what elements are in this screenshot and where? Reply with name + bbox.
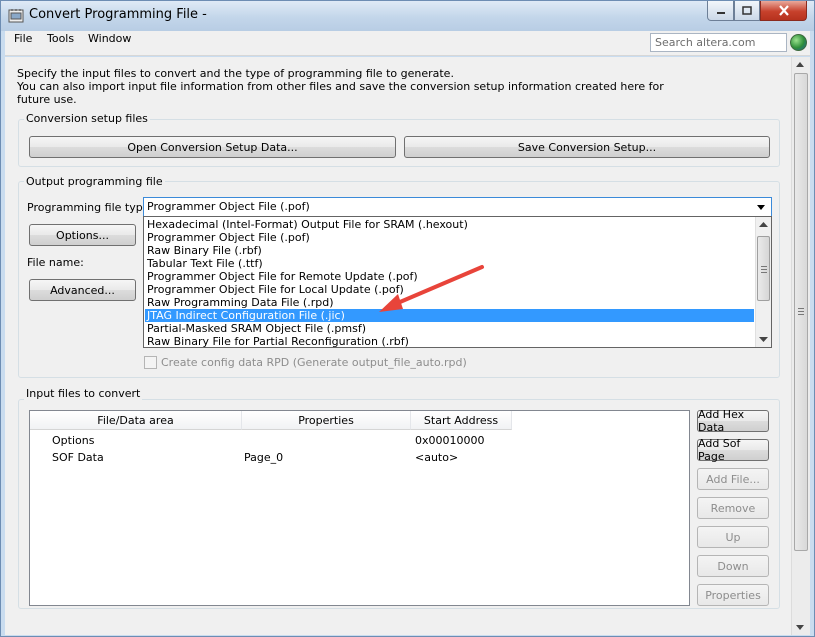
row-properties: Page_0: [244, 451, 284, 464]
maximize-icon: [742, 6, 752, 15]
search-input[interactable]: Search altera.com: [650, 33, 787, 52]
conversion-setup-label: Conversion setup files: [24, 112, 150, 125]
menu-bar: File Tools Window Search altera.com: [5, 31, 810, 56]
properties-button[interactable]: Properties: [697, 584, 769, 606]
maximize-button[interactable]: [734, 1, 760, 21]
row-address: <auto>: [415, 451, 459, 464]
menu-window[interactable]: Window: [88, 32, 131, 45]
intro-text: Specify the input files to convert and t…: [17, 67, 664, 106]
add-sof-page-button[interactable]: Add Sof Page: [697, 437, 769, 463]
column-header-start-address[interactable]: Start Address: [411, 411, 512, 430]
add-file-button[interactable]: Add File...: [697, 468, 769, 490]
scroll-up-icon[interactable]: [796, 62, 804, 67]
dropdown-scroll-up-icon[interactable]: [759, 222, 768, 228]
title-bar[interactable]: Convert Programming File -: [1, 1, 814, 31]
dropdown-scroll-down-icon[interactable]: [759, 337, 768, 343]
intro-line-3: future use.: [17, 93, 77, 106]
add-hex-data-button[interactable]: Add Hex Data: [697, 408, 769, 434]
down-button[interactable]: Down: [697, 555, 769, 577]
menu-file[interactable]: File: [14, 32, 32, 45]
dropdown-option[interactable]: Raw Binary File (.rbf): [145, 244, 754, 257]
advanced-button[interactable]: Advanced...: [29, 279, 136, 301]
row-area: Options: [52, 434, 95, 447]
menu-tools[interactable]: Tools: [47, 32, 74, 45]
programming-file-type-label: Programming file type:: [27, 201, 154, 214]
dropdown-scroll-thumb[interactable]: [757, 236, 770, 301]
dropdown-option[interactable]: Programmer Object File (.pof): [145, 231, 754, 244]
minimize-icon: [716, 11, 725, 14]
intro-line-2: You can also import input file informati…: [17, 80, 664, 93]
input-files-table[interactable]: File/Data area Properties Start Address …: [29, 410, 690, 606]
create-rpd-label: Create config data RPD (Generate output_…: [161, 356, 467, 369]
save-conversion-setup-button[interactable]: Save Conversion Setup...: [404, 136, 770, 158]
convert-programming-file-window: Convert Programming File - File Tools Wi…: [0, 0, 815, 637]
up-button[interactable]: Up: [697, 526, 769, 548]
annotation-arrow-icon: [379, 265, 484, 312]
globe-icon[interactable]: [790, 34, 807, 51]
create-rpd-checkbox[interactable]: [144, 356, 157, 369]
column-header-area[interactable]: File/Data area: [30, 411, 242, 430]
app-icon: [8, 9, 24, 23]
column-header-properties[interactable]: Properties: [242, 411, 411, 430]
dropdown-option[interactable]: Raw Binary File for Partial Reconfigurat…: [145, 335, 754, 347]
close-icon: [778, 5, 789, 16]
window-scrollbar[interactable]: [791, 57, 810, 635]
open-conversion-setup-button[interactable]: Open Conversion Setup Data...: [29, 136, 396, 158]
close-button[interactable]: [760, 1, 807, 21]
window-title: Convert Programming File -: [29, 7, 207, 22]
intro-line-1: Specify the input files to convert and t…: [17, 67, 454, 80]
selected-file-type: Programmer Object File (.pof): [147, 200, 310, 213]
scrollbar-thumb[interactable]: [794, 73, 808, 551]
file-name-label: File name:: [27, 256, 84, 269]
dropdown-option[interactable]: Partial-Masked SRAM Object File (.pmsf): [145, 322, 754, 335]
input-files-label: Input files to convert: [24, 387, 143, 400]
output-programming-label: Output programming file: [24, 175, 165, 188]
dropdown-scrollbar[interactable]: [755, 217, 771, 347]
programming-file-type-select[interactable]: Programmer Object File (.pof): [143, 197, 772, 217]
remove-button[interactable]: Remove: [697, 497, 769, 519]
scroll-down-icon[interactable]: [796, 625, 804, 630]
options-button[interactable]: Options...: [29, 224, 136, 246]
dropdown-arrow-icon[interactable]: [757, 205, 765, 210]
dropdown-option[interactable]: Hexadecimal (Intel-Format) Output File f…: [145, 218, 754, 231]
row-area: SOF Data: [52, 451, 104, 464]
row-address: 0x00010000: [415, 434, 485, 447]
minimize-button[interactable]: [707, 1, 734, 21]
